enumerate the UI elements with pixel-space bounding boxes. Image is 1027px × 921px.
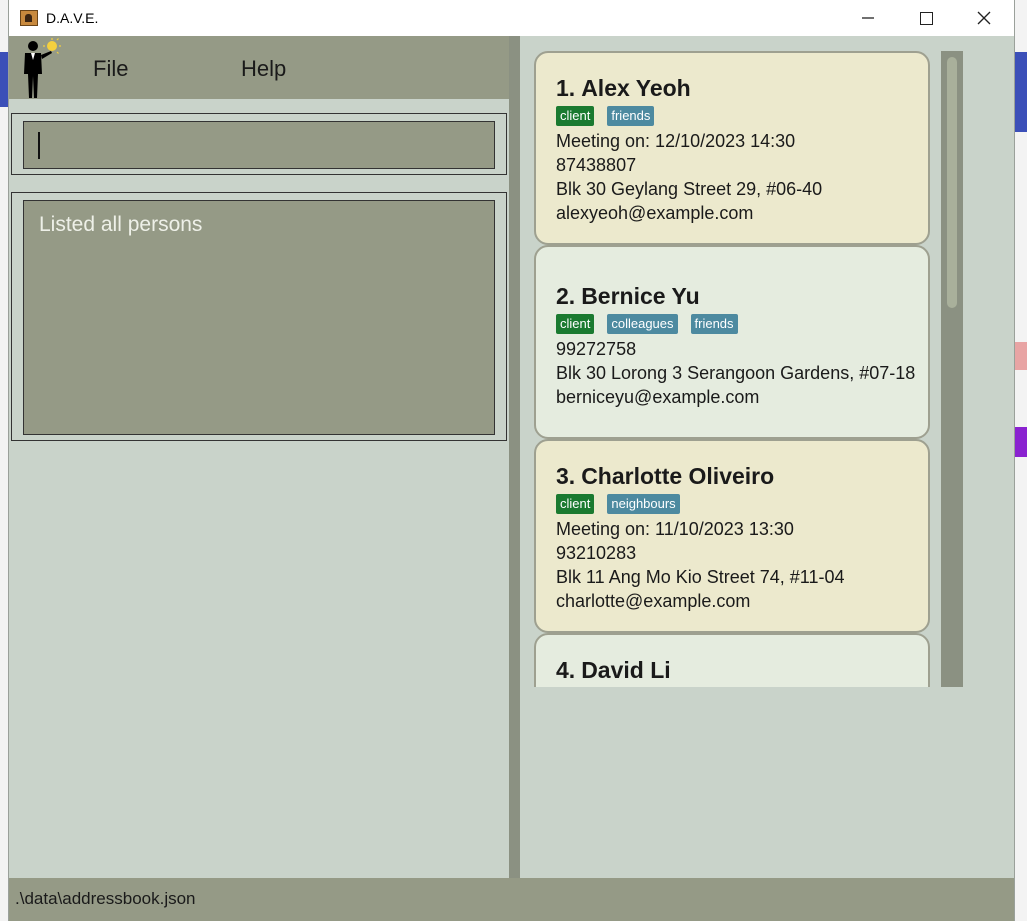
person-index: 3. xyxy=(556,463,576,489)
desktop-accent xyxy=(1013,427,1027,457)
result-message: Listed all persons xyxy=(39,213,203,236)
person-address: Blk 30 Lorong 3 Serangoon Gardens, #07-1… xyxy=(556,363,916,383)
tag-client: client xyxy=(556,106,595,126)
desktop-background-left xyxy=(0,0,9,921)
maximize-icon xyxy=(919,11,933,25)
person-email: alexyeoh@example.com xyxy=(556,203,754,223)
person-name-row: 1. Alex Yeoh xyxy=(556,75,928,102)
person-card[interactable]: 3. Charlotte Oliveiro client neighbours M… xyxy=(534,439,930,633)
tag-list: client colleagues friends xyxy=(556,314,928,334)
desktop-background-right xyxy=(1013,0,1027,921)
split-pane-divider[interactable] xyxy=(509,36,520,878)
close-button[interactable] xyxy=(955,0,1013,36)
person-phone: 99272758 xyxy=(556,339,637,359)
person-address: Blk 11 Ang Mo Kio Street 74, #11-04 xyxy=(556,567,845,587)
menu-bar: File Help xyxy=(9,36,509,99)
person-list[interactable]: 1. Alex Yeoh client friends Meeting on: 1… xyxy=(532,51,950,687)
tag-client: client xyxy=(556,314,595,334)
person-email: charlotte@example.com xyxy=(556,591,751,611)
tag-list: client neighbours xyxy=(556,494,928,514)
text-caret xyxy=(38,132,40,159)
person-name: Alex Yeoh xyxy=(581,75,691,101)
left-pane: File Help Listed all persons xyxy=(9,36,509,878)
command-input[interactable] xyxy=(23,121,495,169)
minimize-button[interactable] xyxy=(839,0,897,36)
command-box xyxy=(11,113,507,175)
maximize-button[interactable] xyxy=(897,0,955,36)
person-name: Bernice Yu xyxy=(581,283,700,309)
person-name: Charlotte Oliveiro xyxy=(581,463,775,489)
tag-list: client friends xyxy=(556,106,928,126)
person-meeting: Meeting on: 12/10/2023 14:30 xyxy=(556,131,796,151)
tag-client: client xyxy=(556,494,595,514)
person-email: berniceyu@example.com xyxy=(556,387,760,407)
person-name-row: 3. Charlotte Oliveiro xyxy=(556,463,928,490)
menu-file[interactable]: File xyxy=(93,56,128,82)
person-address: Blk 30 Geylang Street 29, #06-40 xyxy=(556,179,823,199)
person-index: 4. xyxy=(556,657,576,683)
result-display-area[interactable]: Listed all persons xyxy=(23,200,495,435)
desktop-accent xyxy=(1013,52,1027,132)
person-name: David Li xyxy=(581,657,671,683)
desktop-accent xyxy=(1013,342,1027,370)
person-card[interactable]: 2. Bernice Yu client colleagues friends 9… xyxy=(534,245,930,439)
person-card[interactable]: 1. Alex Yeoh client friends Meeting on: 1… xyxy=(534,51,930,245)
desktop-accent xyxy=(0,52,9,107)
person-index: 2. xyxy=(556,283,576,309)
status-file-path: .\data\addressbook.json xyxy=(15,889,196,908)
scrollbar-thumb[interactable] xyxy=(947,57,957,308)
address-book-icon xyxy=(20,10,38,26)
tag-neighbours: neighbours xyxy=(607,494,680,514)
tag-colleagues: colleagues xyxy=(607,314,678,334)
menu-help[interactable]: Help xyxy=(241,56,286,82)
minimize-icon xyxy=(862,17,874,19)
close-icon xyxy=(977,11,991,25)
tag-friends: friends xyxy=(690,314,738,334)
title-bar[interactable]: D.A.V.E. xyxy=(9,0,1014,36)
person-meeting: Meeting on: 11/10/2023 13:30 xyxy=(556,519,794,539)
vertical-scrollbar[interactable] xyxy=(941,51,963,687)
person-phone: 87438807 xyxy=(556,155,637,175)
person-card[interactable]: 4. David Li xyxy=(534,633,930,687)
window-title: D.A.V.E. xyxy=(46,10,99,26)
result-display: Listed all persons xyxy=(11,192,507,441)
tag-friends: friends xyxy=(607,106,655,126)
person-name-row: 2. Bernice Yu xyxy=(556,283,928,310)
person-name-row: 4. David Li xyxy=(556,657,928,684)
person-index: 1. xyxy=(556,75,576,101)
app-window: D.A.V.E. File Help Listed all persons 1.… xyxy=(9,0,1014,921)
person-phone: 93210283 xyxy=(556,543,637,563)
status-bar: .\data\addressbook.json xyxy=(9,878,1014,921)
person-list-panel: 1. Alex Yeoh client friends Meeting on: 1… xyxy=(520,36,1014,878)
businessman-idea-icon xyxy=(24,38,61,98)
